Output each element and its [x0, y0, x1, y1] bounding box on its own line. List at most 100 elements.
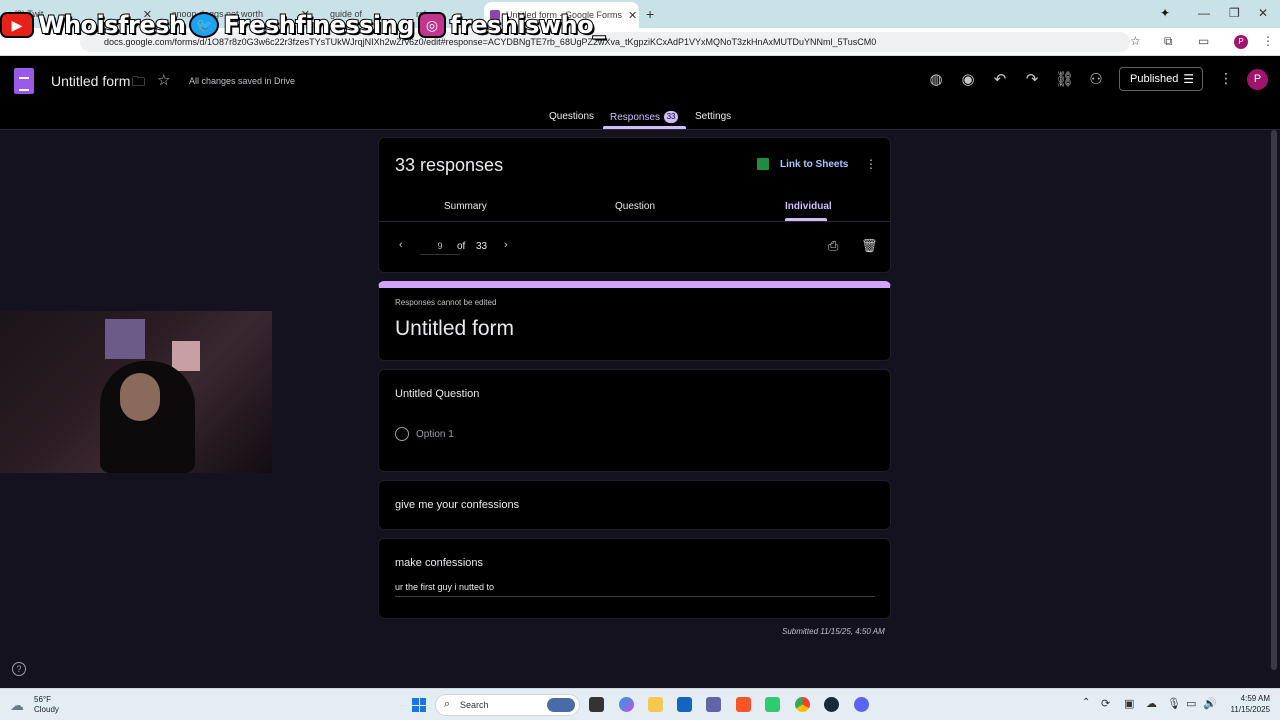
responses-summary-card: 33 responses Link to Sheets ⋮ Summary Qu…: [378, 137, 891, 273]
undo-icon[interactable]: ↶: [991, 70, 1009, 88]
help-icon[interactable]: ?: [12, 662, 26, 676]
preview-eye-icon[interactable]: ◉: [959, 70, 977, 88]
save-status: All changes saved in Drive: [189, 76, 296, 86]
redo-icon[interactable]: ↷: [1023, 70, 1041, 88]
subtab-individual[interactable]: Individual: [785, 201, 832, 212]
close-tab-icon[interactable]: ✕: [622, 9, 637, 22]
youtube-handle: Whoisfresh: [37, 10, 187, 40]
weather-description[interactable]: Cloudy: [34, 705, 59, 714]
windows-taskbar: ☁ 56°F Cloudy ⌕ Search ⌃ ⟳ ▣ ☁ 🎙 ▭ 🔊 4:5…: [0, 688, 1280, 720]
minimize-icon[interactable]: —: [1198, 6, 1210, 20]
question-title: give me your confessions: [395, 499, 520, 511]
radio-button: [395, 427, 409, 441]
new-tab-button[interactable]: +: [646, 6, 654, 22]
response-number-input[interactable]: 9: [420, 238, 460, 255]
add-collaborator-icon[interactable]: ⚇: [1087, 70, 1105, 88]
chrome-icon[interactable]: [795, 697, 810, 712]
response-title-card: Responses cannot be edited Untitled form: [378, 281, 891, 361]
question-card: make confessions ur the first guy i nutt…: [378, 538, 891, 619]
cloud-icon[interactable]: ☁: [10, 697, 24, 714]
subtab-question[interactable]: Question: [615, 201, 655, 212]
sync-icon[interactable]: ⟳: [1101, 697, 1110, 710]
subtab-summary[interactable]: Summary: [444, 201, 487, 212]
cast-icon[interactable]: ▭: [1198, 34, 1209, 48]
webcam-poster: [105, 319, 145, 359]
active-tab-indicator: [603, 126, 686, 129]
tray-overflow-icon[interactable]: ⌃: [1082, 697, 1090, 708]
submitted-timestamp: Submitted 11/15/25, 4:50 AM: [782, 627, 885, 636]
youtube-icon: ▶: [0, 12, 34, 38]
response-form-title: Untitled form: [395, 317, 515, 340]
webcam-poster: [172, 341, 200, 371]
responses-more-icon[interactable]: ⋮: [865, 157, 877, 171]
previous-response-icon[interactable]: ‹: [399, 239, 403, 251]
account-avatar[interactable]: P: [1247, 69, 1268, 90]
browser-profile-avatar[interactable]: P: [1234, 35, 1248, 49]
store-icon[interactable]: [677, 697, 692, 712]
palette-icon[interactable]: ◍: [927, 70, 945, 88]
question-title: make confessions: [395, 557, 484, 569]
divider: [379, 221, 890, 222]
cannot-edit-notice: Responses cannot be edited: [395, 298, 497, 307]
taskbar-search[interactable]: ⌕ Search: [435, 694, 580, 716]
question-card: Untitled Question Option 1: [378, 369, 891, 472]
app-tray-icon[interactable]: ▣: [1124, 697, 1134, 710]
onedrive-icon[interactable]: ☁: [1146, 697, 1157, 710]
sheets-icon[interactable]: [757, 158, 769, 170]
next-response-icon[interactable]: ›: [504, 239, 508, 251]
file-explorer-icon[interactable]: [648, 697, 663, 712]
star-icon[interactable]: ☆: [157, 71, 170, 89]
radio-option-label: Option 1: [416, 429, 454, 440]
webcam-feed: [0, 311, 272, 473]
tab-responses[interactable]: Responses 33: [610, 111, 679, 123]
network-icon[interactable]: ▭: [1186, 697, 1196, 710]
volume-icon[interactable]: 🔊: [1203, 697, 1217, 710]
instagram-icon: ◎: [417, 12, 446, 38]
brave-icon[interactable]: [736, 697, 751, 712]
copilot-icon[interactable]: [619, 697, 634, 712]
windows-start-icon[interactable]: [412, 698, 426, 712]
published-button[interactable]: Published ☰: [1119, 67, 1203, 91]
steam-icon[interactable]: [824, 697, 839, 712]
form-title-header[interactable]: Untitled form: [51, 73, 130, 89]
taskbar-date[interactable]: 11/15/2025: [1222, 705, 1270, 714]
obs-icon[interactable]: [765, 697, 780, 712]
more-options-icon[interactable]: ⋮: [1219, 70, 1233, 87]
webcam-face: [120, 373, 160, 421]
delete-response-icon[interactable]: 🗑: [861, 238, 878, 254]
gemini-sparkle-icon[interactable]: ✦: [1160, 6, 1170, 20]
link-icon[interactable]: ⛓: [1055, 70, 1074, 88]
instagram-handle: freshiswho_: [449, 10, 606, 40]
google-forms-logo-icon[interactable]: [14, 68, 34, 94]
question-card: give me your confessions: [378, 480, 891, 530]
extensions-icon[interactable]: ⧉: [1164, 34, 1173, 49]
task-view-icon[interactable]: [589, 697, 604, 712]
teams-icon[interactable]: [706, 697, 721, 712]
close-window-icon[interactable]: ✕: [1258, 6, 1268, 20]
pager-of-label: of: [457, 241, 466, 252]
weather-temperature[interactable]: 56°F: [34, 695, 51, 704]
page-scrollbar[interactable]: [1271, 130, 1277, 670]
taskbar-time[interactable]: 4:59 AM: [1236, 694, 1270, 703]
twitter-icon: 🐦: [189, 12, 220, 38]
answer-text: ur the first guy i nutted to: [395, 582, 875, 597]
pager-total: 33: [476, 241, 488, 252]
tab-settings[interactable]: Settings: [695, 111, 731, 122]
discord-icon[interactable]: [854, 697, 869, 712]
tune-icon: ☰: [1183, 72, 1194, 86]
bookmark-star-icon[interactable]: ☆: [1130, 34, 1141, 48]
maximize-icon[interactable]: ❐: [1229, 6, 1240, 20]
tab-questions[interactable]: Questions: [549, 111, 594, 122]
print-icon[interactable]: ⎙: [828, 238, 838, 254]
search-highlight-art: [547, 698, 575, 712]
forms-header: Untitled form 🗀 ☆ All changes saved in D…: [0, 56, 1280, 130]
search-icon: ⌕: [444, 698, 451, 710]
link-to-sheets-button[interactable]: Link to Sheets: [780, 159, 848, 170]
stream-social-overlay: ▶ Whoisfresh 🐦 Freshfinessing ◎ freshisw…: [0, 5, 606, 45]
folder-icon[interactable]: 🗀: [132, 73, 145, 95]
responses-count: 33 responses: [395, 155, 504, 175]
browser-menu-icon[interactable]: ⋮: [1262, 34, 1274, 48]
microphone-icon[interactable]: 🎙: [1167, 697, 1181, 710]
twitter-handle: Freshfinessing: [222, 10, 415, 40]
question-title: Untitled Question: [395, 388, 480, 400]
